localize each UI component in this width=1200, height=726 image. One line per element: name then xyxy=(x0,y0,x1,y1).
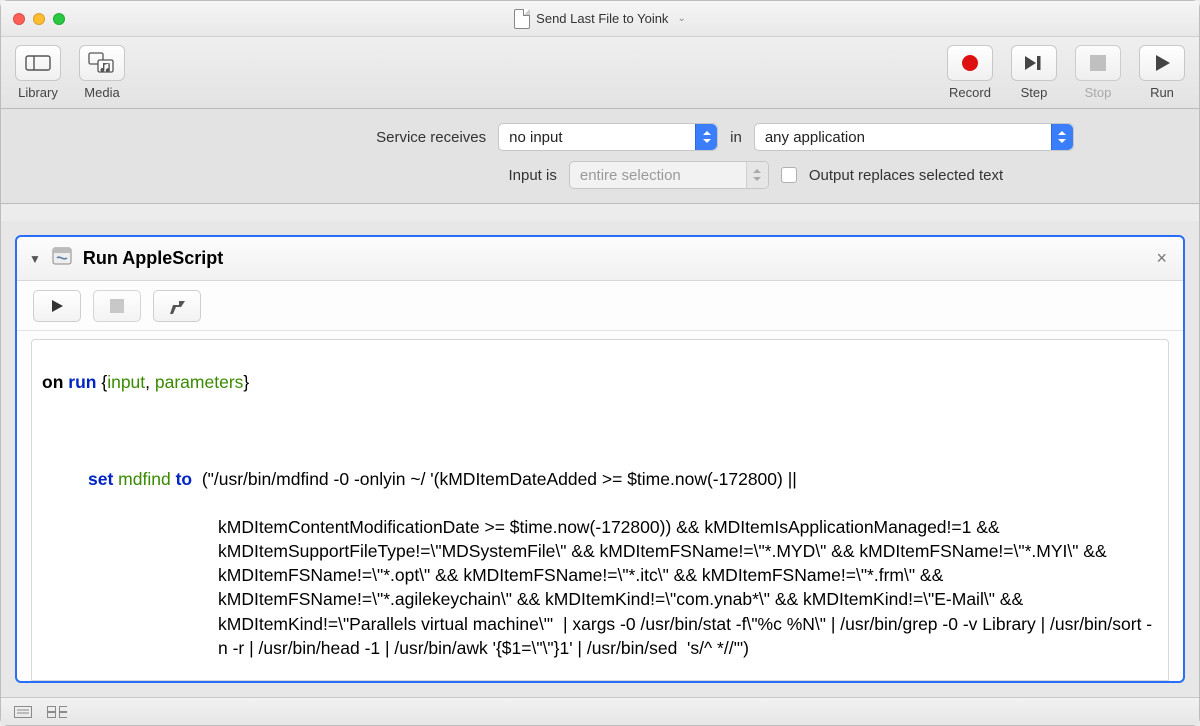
stepper-icon xyxy=(746,162,768,188)
document-icon xyxy=(514,9,530,29)
service-receives-value: no input xyxy=(509,129,562,146)
step-label: Step xyxy=(1021,85,1048,100)
toolbar-right-group: Record Step Stop Run xyxy=(947,45,1185,100)
status-bar xyxy=(1,697,1199,725)
stepper-icon xyxy=(695,124,717,150)
in-label: in xyxy=(730,129,742,146)
log-view-icon[interactable] xyxy=(13,705,33,719)
main-toolbar: Library Media Record Step Stop xyxy=(1,37,1199,109)
traffic-lights xyxy=(13,13,65,25)
script-editor[interactable]: on run {input, parameters} set mdfind to… xyxy=(31,339,1169,681)
run-script-button[interactable] xyxy=(33,290,81,322)
service-options: Service receives no input in any applica… xyxy=(1,109,1199,204)
application-value: any application xyxy=(765,129,865,146)
service-receives-label: Service receives xyxy=(126,129,486,146)
run-label: Run xyxy=(1150,85,1174,100)
library-button[interactable] xyxy=(15,45,61,81)
workflow-canvas[interactable]: ▼ Run AppleScript × on run {input, param… xyxy=(1,221,1199,697)
service-receives-select[interactable]: no input xyxy=(498,123,718,151)
window-title: Send Last File to Yoink xyxy=(536,11,668,26)
disclosure-triangle-icon[interactable]: ▼ xyxy=(29,252,41,266)
step-button[interactable] xyxy=(1011,45,1057,81)
input-is-value: entire selection xyxy=(580,167,681,184)
action-title: Run AppleScript xyxy=(83,248,223,269)
window-title-area: Send Last File to Yoink ⌄ xyxy=(1,9,1199,29)
compile-script-button[interactable] xyxy=(153,290,201,322)
stop-label: Stop xyxy=(1085,85,1112,100)
record-label: Record xyxy=(949,85,991,100)
window-titlebar: Send Last File to Yoink ⌄ xyxy=(1,1,1199,37)
output-replaces-checkbox[interactable] xyxy=(781,167,797,183)
minimize-window-button[interactable] xyxy=(33,13,45,25)
record-button[interactable] xyxy=(947,45,993,81)
media-label: Media xyxy=(84,85,119,100)
stop-button[interactable] xyxy=(1075,45,1121,81)
application-select[interactable]: any application xyxy=(754,123,1074,151)
library-label: Library xyxy=(18,85,58,100)
close-icon[interactable]: × xyxy=(1152,248,1171,269)
run-applescript-action: ▼ Run AppleScript × on run {input, param… xyxy=(15,235,1185,683)
input-is-select: entire selection xyxy=(569,161,769,189)
input-is-label: Input is xyxy=(197,167,557,184)
stepper-icon xyxy=(1051,124,1073,150)
media-button[interactable] xyxy=(79,45,125,81)
stop-script-button[interactable] xyxy=(93,290,141,322)
zoom-window-button[interactable] xyxy=(53,13,65,25)
variables-view-icon[interactable] xyxy=(47,705,67,719)
run-button[interactable] xyxy=(1139,45,1185,81)
script-toolbar xyxy=(17,281,1183,331)
applescript-icon xyxy=(51,246,73,271)
close-window-button[interactable] xyxy=(13,13,25,25)
output-replaces-label: Output replaces selected text xyxy=(809,167,1003,184)
chevron-down-icon: ⌄ xyxy=(677,13,685,24)
toolbar-left-group: Library Media xyxy=(15,45,125,100)
